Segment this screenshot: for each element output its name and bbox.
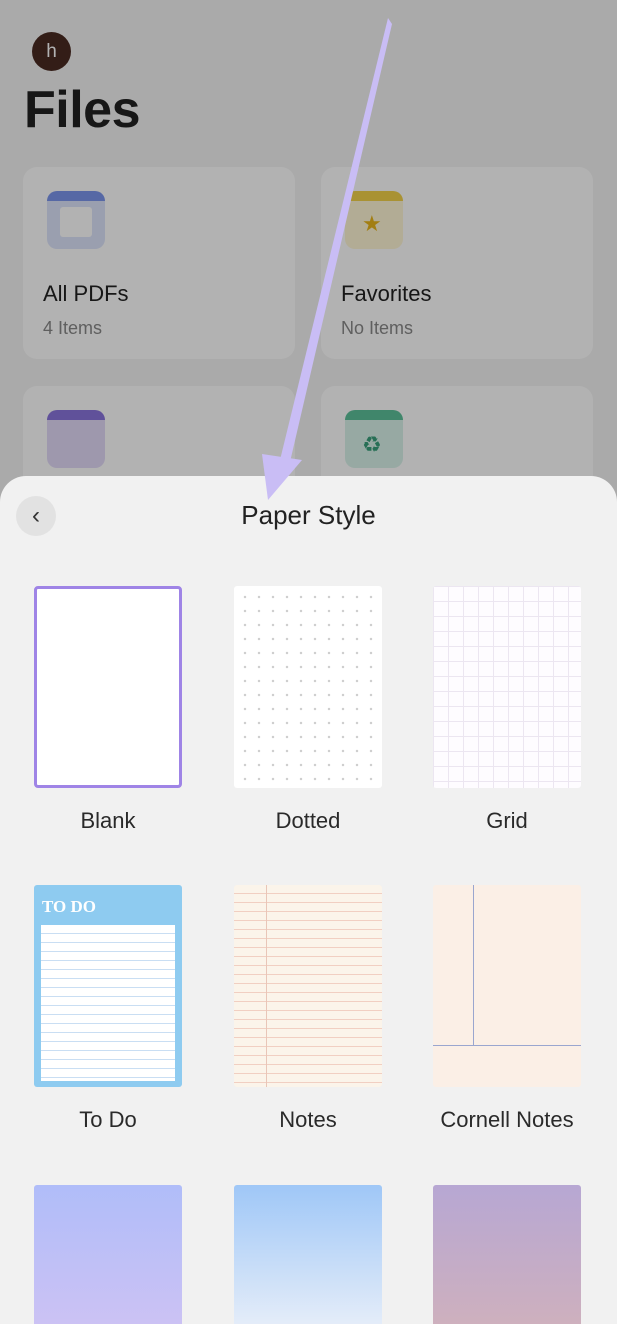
paper-style-todo[interactable]: TO DO [34,885,182,1087]
paper-style-gradient-sky[interactable] [234,1185,382,1324]
paper-style-grid[interactable] [433,586,581,788]
paper-style-label: Blank [80,808,136,833]
paper-style-label: To Do [79,1107,137,1132]
paper-style-blank[interactable] [34,586,182,788]
paper-style-label: Dotted [275,808,341,833]
paper-style-gradient-dusk[interactable] [433,1185,581,1324]
paper-style-label: Notes [279,1107,337,1132]
cornell-divider-horizontal [433,1045,581,1046]
paper-style-sheet: ‹ Paper Style Blank Dotted Grid TO DO To… [0,476,617,1324]
cornell-divider-vertical [473,885,474,1045]
paper-style-notes[interactable] [234,885,382,1087]
todo-header-text: TO DO [42,897,97,916]
paper-style-label: Cornell Notes [440,1107,574,1132]
paper-style-cornell-notes[interactable] [433,885,581,1087]
todo-lines [41,925,175,1081]
paper-style-dotted[interactable] [234,586,382,788]
paper-style-gradient-purple[interactable] [34,1185,182,1324]
paper-style-label: Grid [486,808,528,833]
sheet-title: Paper Style [241,500,376,530]
